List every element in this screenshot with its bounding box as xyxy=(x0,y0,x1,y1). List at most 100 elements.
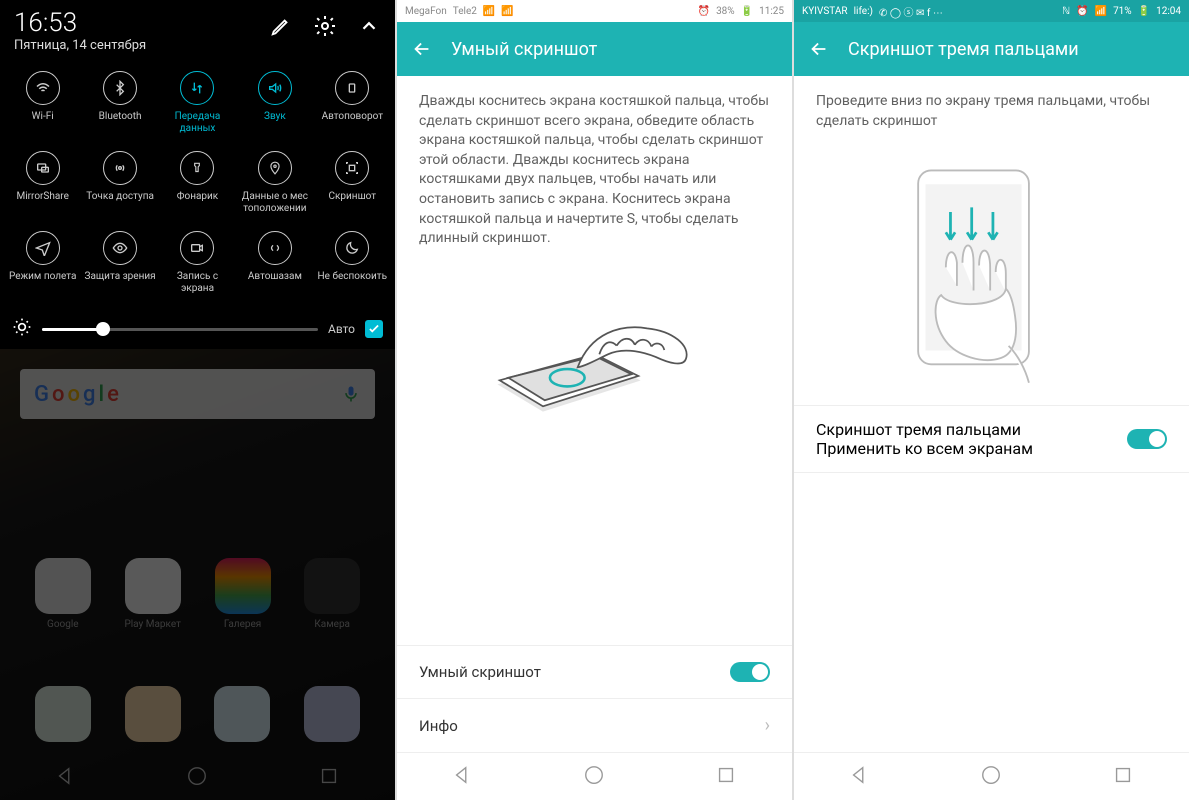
sound-icon xyxy=(258,71,292,105)
tile-location[interactable]: Данные о мес тоположении xyxy=(236,145,313,221)
nfc-icon: ℕ xyxy=(1062,6,1070,17)
nav-back[interactable] xyxy=(55,765,77,787)
tile-screen-record[interactable]: Запись с экрана xyxy=(159,225,236,301)
eye-icon xyxy=(103,231,137,265)
app-label: Камера xyxy=(314,619,350,630)
nav-home[interactable] xyxy=(583,764,605,790)
nav-bar xyxy=(397,752,792,800)
battery-icon: 🔋 xyxy=(741,6,753,17)
screen-quick-settings: 16:53 Пятница, 14 сентября Wi-Fi Bluetoo… xyxy=(0,0,395,800)
app-play[interactable]: Play Маркет xyxy=(124,558,181,630)
airplane-icon xyxy=(26,231,60,265)
tile-shazam[interactable]: Автошазам xyxy=(236,225,313,301)
tile-label: Звук xyxy=(264,111,286,135)
moon-icon xyxy=(335,231,369,265)
tile-label: Не беспокоить xyxy=(318,271,387,295)
app-label: Google xyxy=(47,619,79,630)
nav-home[interactable] xyxy=(980,764,1002,790)
setting-title: Скриншот тремя пальцами xyxy=(816,420,1033,439)
brightness-auto-label: Авто xyxy=(328,322,355,336)
app-camera[interactable]: Камера xyxy=(304,558,360,630)
screen-three-finger: KYIVSTAR life:) ✆ ◯ ⓢ ✉ f ⋯ ℕ ⏰ 📶 71% 🔋 … xyxy=(794,0,1189,800)
tile-label: Передача данных xyxy=(161,111,234,135)
notif-icons: ✆ ◯ ⓢ ✉ f ⋯ xyxy=(879,4,943,19)
status-bar: MegaFon Tele2 📶 📶 ⏰ 38% 🔋 11:25 xyxy=(397,0,792,22)
tile-sound[interactable]: Звук xyxy=(236,65,313,141)
phone-icon xyxy=(35,686,91,742)
data-icon xyxy=(180,71,214,105)
dock-contacts[interactable] xyxy=(125,686,181,742)
nav-back[interactable] xyxy=(849,764,871,790)
row-three-finger-screenshot[interactable]: Скриншот тремя пальцами Применить ко все… xyxy=(794,405,1189,473)
nav-recent[interactable] xyxy=(715,764,737,790)
tile-hotspot[interactable]: Точка доступа xyxy=(81,145,158,221)
brightness-auto-checkbox[interactable] xyxy=(365,320,383,338)
tile-airplane[interactable]: Режим полета xyxy=(4,225,81,301)
row-label: Инфо xyxy=(419,717,458,735)
signal-icon: 📶 xyxy=(1095,6,1107,17)
app-bar-title: Скриншот тремя пальцами xyxy=(848,39,1079,60)
dock-messages[interactable] xyxy=(214,686,270,742)
carrier: KYIVSTAR xyxy=(802,6,848,17)
bluetooth-icon xyxy=(103,71,137,105)
tile-flashlight[interactable]: Фонарик xyxy=(159,145,236,221)
wifi-icon: 📶 xyxy=(501,6,513,17)
tile-label: Данные о мес тоположении xyxy=(238,191,311,215)
home-apps-row: Google Play Маркет Галерея Камера xyxy=(0,558,395,630)
dock-browser[interactable] xyxy=(304,686,360,742)
brightness-icon xyxy=(12,317,32,341)
app-bar: Умный скриншот xyxy=(397,22,792,76)
google-search-bar[interactable]: Google xyxy=(20,369,375,419)
brightness-row: Авто xyxy=(0,309,395,349)
nav-home[interactable] xyxy=(186,765,208,787)
tile-dnd[interactable]: Не беспокоить xyxy=(314,225,391,301)
settings-icon[interactable] xyxy=(313,14,337,38)
brightness-slider[interactable] xyxy=(42,328,318,331)
tile-data[interactable]: Передача данных xyxy=(159,65,236,141)
app-gallery[interactable]: Галерея xyxy=(215,558,271,630)
alarm-icon: ⏰ xyxy=(698,6,710,17)
tile-label: Wi-Fi xyxy=(32,111,54,135)
brightness-thumb[interactable] xyxy=(96,322,110,336)
app-icon xyxy=(125,558,181,614)
alarm-icon: ⏰ xyxy=(1076,6,1088,17)
tile-label: Автошазам xyxy=(248,271,302,295)
tile-eye-comfort[interactable]: Защита зрения xyxy=(81,225,158,301)
qs-header-actions xyxy=(269,8,381,38)
mic-icon[interactable] xyxy=(341,384,361,404)
rotate-icon xyxy=(335,71,369,105)
nav-back[interactable] xyxy=(452,764,474,790)
location-icon xyxy=(258,151,292,185)
tile-label: Автоповорот xyxy=(322,111,383,135)
back-button[interactable] xyxy=(411,38,433,60)
nav-recent[interactable] xyxy=(1112,764,1134,790)
status-right: ⏰ 38% 🔋 11:25 xyxy=(698,6,784,17)
row-info[interactable]: Инфо › xyxy=(397,698,792,752)
app-icon xyxy=(304,558,360,614)
app-icon xyxy=(35,558,91,614)
nav-bar xyxy=(794,752,1189,800)
tile-wifi[interactable]: Wi-Fi xyxy=(4,65,81,141)
dock-phone[interactable] xyxy=(35,686,91,742)
tile-mirrorshare[interactable]: MirrorShare xyxy=(4,145,81,221)
status-time: 12:04 xyxy=(1156,6,1181,17)
collapse-icon[interactable] xyxy=(357,14,381,38)
cast-icon xyxy=(26,151,60,185)
toggle-three-finger[interactable] xyxy=(1127,429,1167,449)
app-bar: Скриншот тремя пальцами xyxy=(794,22,1189,76)
description-text: Проведите вниз по экрану тремя пальцами,… xyxy=(794,76,1189,147)
brightness-fill xyxy=(42,328,103,331)
back-button[interactable] xyxy=(808,38,830,60)
app-label: Play Маркет xyxy=(124,619,181,630)
toggle-smart-screenshot[interactable] xyxy=(730,662,770,682)
app-google[interactable]: Google xyxy=(35,558,91,630)
clock-time: 16:53 xyxy=(14,8,146,38)
row-smart-screenshot[interactable]: Умный скриншот xyxy=(397,645,792,698)
tile-screenshot[interactable]: Скриншот xyxy=(314,145,391,221)
tile-bluetooth[interactable]: Bluetooth xyxy=(81,65,158,141)
battery-icon: 🔋 xyxy=(1138,6,1150,17)
description-text: Дважды коснитесь экрана костяшкой пальца… xyxy=(397,76,792,265)
nav-recent[interactable] xyxy=(318,765,340,787)
edit-icon[interactable] xyxy=(269,14,293,38)
tile-rotate[interactable]: Автоповорот xyxy=(314,65,391,141)
